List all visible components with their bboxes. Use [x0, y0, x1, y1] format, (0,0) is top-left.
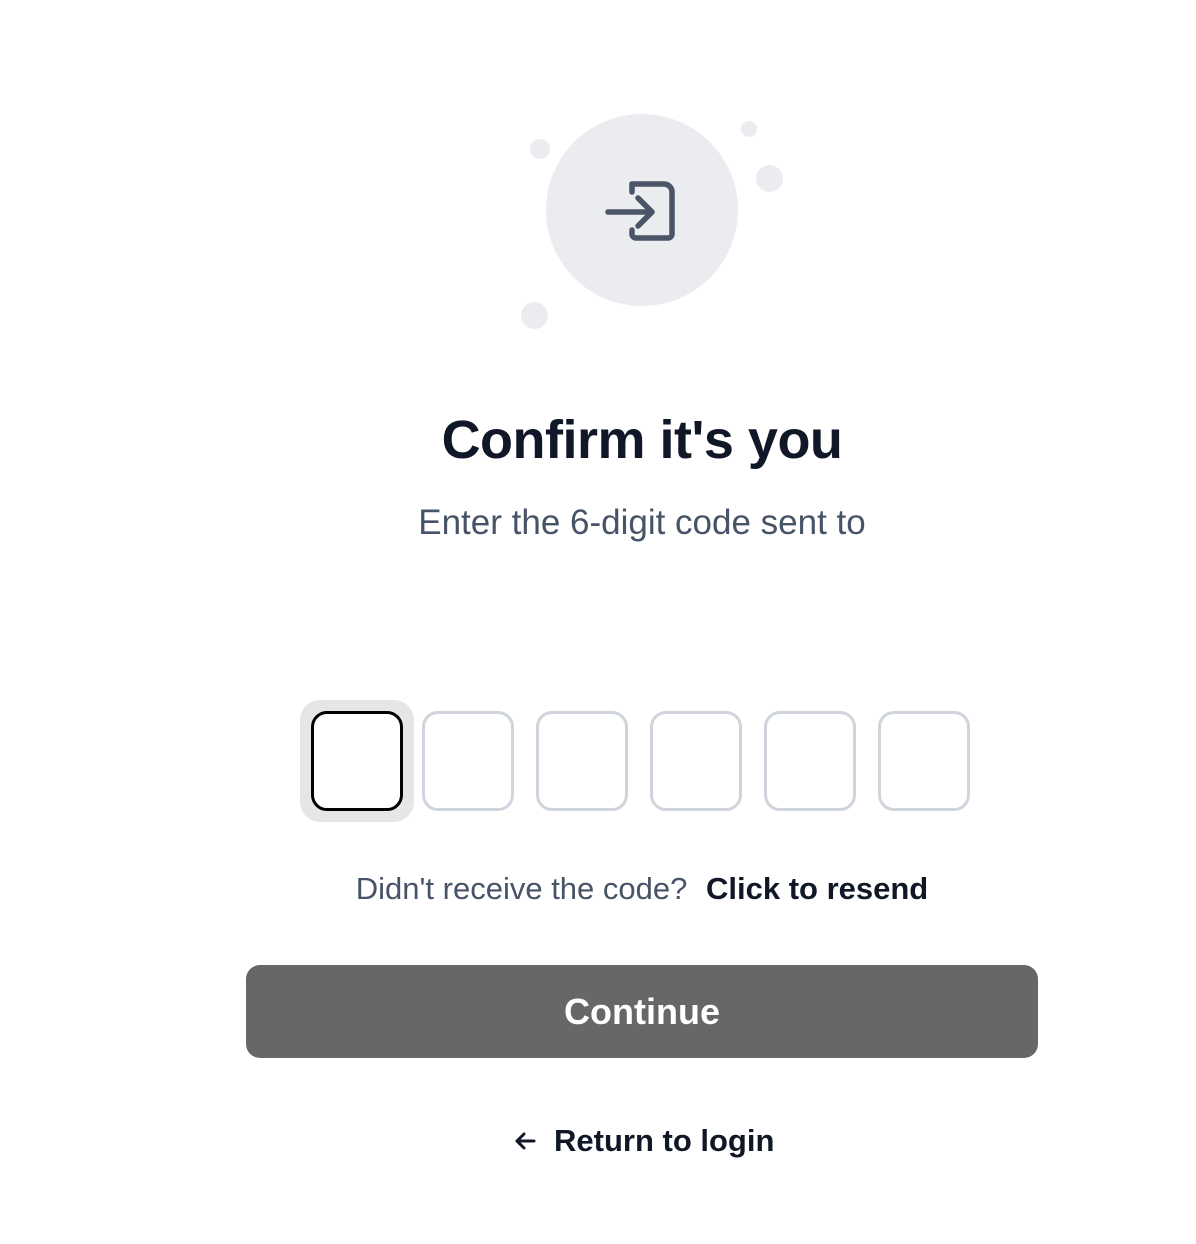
resend-line: Didn't receive the code? Click to resend — [0, 868, 1196, 910]
icon-circle — [546, 114, 738, 306]
return-to-login-label: Return to login — [554, 1123, 775, 1158]
page-title: Confirm it's you — [441, 410, 843, 470]
resend-prompt: Didn't receive the code? — [355, 871, 688, 906]
continue-button[interactable]: Continue — [246, 965, 1038, 1058]
otp-digit-3[interactable] — [536, 711, 628, 811]
decorative-dot — [741, 121, 757, 137]
hero-illustration — [0, 0, 1196, 360]
login-icon — [605, 181, 675, 241]
decorative-dot — [521, 302, 548, 329]
decorative-dot — [530, 139, 550, 159]
decorative-dot — [756, 165, 783, 192]
otp-digit-4[interactable] — [650, 711, 742, 811]
otp-digit-6[interactable] — [878, 711, 970, 811]
page-subtitle: Enter the 6-digit code sent to — [418, 503, 866, 542]
otp-digit-2[interactable] — [422, 711, 514, 811]
otp-digit-5[interactable] — [764, 711, 856, 811]
otp-input-group — [300, 700, 970, 822]
otp-focus-ring — [300, 700, 414, 822]
resend-link[interactable]: Click to resend — [706, 871, 928, 906]
return-to-login-link[interactable]: Return to login — [510, 1118, 774, 1164]
otp-digit-1[interactable] — [311, 711, 403, 811]
arrow-left-icon — [510, 1126, 540, 1156]
